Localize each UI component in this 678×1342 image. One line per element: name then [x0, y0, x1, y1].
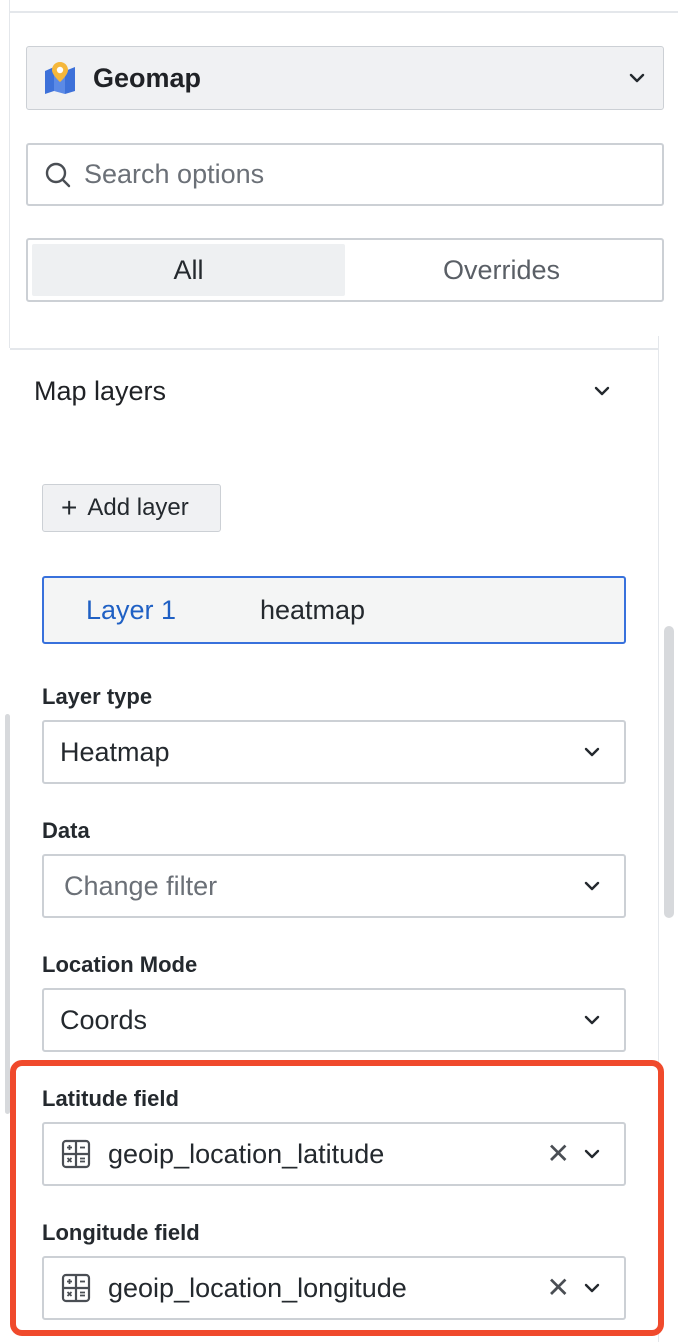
latitude-field-label: Latitude field: [42, 1086, 179, 1111]
calculator-icon: [60, 1138, 92, 1170]
data-label: Data: [42, 818, 90, 843]
section-divider: [10, 348, 658, 350]
chevron-down-icon: [582, 742, 602, 762]
location-mode-label: Location Mode: [42, 952, 198, 977]
right-rail: [658, 336, 659, 1342]
layer-name: Layer 1: [86, 594, 177, 625]
chevron-down-icon: [627, 68, 647, 88]
map-pin-icon: [43, 61, 77, 95]
layer-list-item[interactable]: Layer 1 heatmap: [42, 576, 626, 644]
tab-all[interactable]: All: [32, 244, 345, 296]
longitude-field-label: Longitude field: [42, 1220, 200, 1245]
search-input[interactable]: [84, 159, 644, 190]
clear-icon[interactable]: ✕: [547, 1140, 570, 1168]
search-options-field[interactable]: [26, 143, 664, 206]
options-tabs: All Overrides: [26, 238, 664, 302]
left-scrollbar[interactable]: [5, 714, 10, 1114]
data-filter-placeholder: Change filter: [64, 870, 218, 901]
layer-type-label: Layer type: [42, 684, 153, 709]
clear-icon[interactable]: ✕: [547, 1274, 570, 1302]
add-layer-button[interactable]: + Add layer: [42, 484, 221, 532]
chevron-down-icon: [582, 1010, 602, 1030]
layer-type-value: Heatmap: [60, 736, 170, 767]
search-icon: [44, 161, 72, 189]
add-layer-label: Add layer: [87, 494, 189, 521]
latitude-field-value: geoip_location_latitude: [108, 1138, 385, 1169]
longitude-field-select[interactable]: geoip_location_longitude ✕: [42, 1256, 626, 1320]
chevron-down-icon: [582, 1144, 602, 1164]
chevron-down-icon: [582, 1278, 602, 1298]
section-title: Map layers: [34, 375, 167, 406]
tab-overrides[interactable]: Overrides: [345, 244, 658, 296]
chevron-down-icon: [582, 876, 602, 896]
location-mode-select[interactable]: Coords: [42, 988, 626, 1052]
longitude-field-value: geoip_location_longitude: [108, 1272, 407, 1303]
visualization-picker[interactable]: Geomap: [26, 46, 664, 110]
map-layers-header[interactable]: Map layers: [34, 370, 624, 412]
top-divider: [10, 11, 678, 13]
chevron-down-icon: [592, 381, 612, 401]
location-mode-value: Coords: [60, 1004, 148, 1035]
left-rail: [9, 0, 10, 348]
right-scrollbar[interactable]: [664, 626, 674, 918]
layer-type-label: heatmap: [260, 594, 366, 625]
layer-type-select[interactable]: Heatmap: [42, 720, 626, 784]
data-filter-select[interactable]: Change filter: [42, 854, 626, 918]
calculator-icon: [60, 1272, 92, 1304]
latitude-field-select[interactable]: geoip_location_latitude ✕: [42, 1122, 626, 1186]
plus-icon: +: [61, 492, 78, 523]
visualization-label: Geomap: [93, 62, 202, 93]
